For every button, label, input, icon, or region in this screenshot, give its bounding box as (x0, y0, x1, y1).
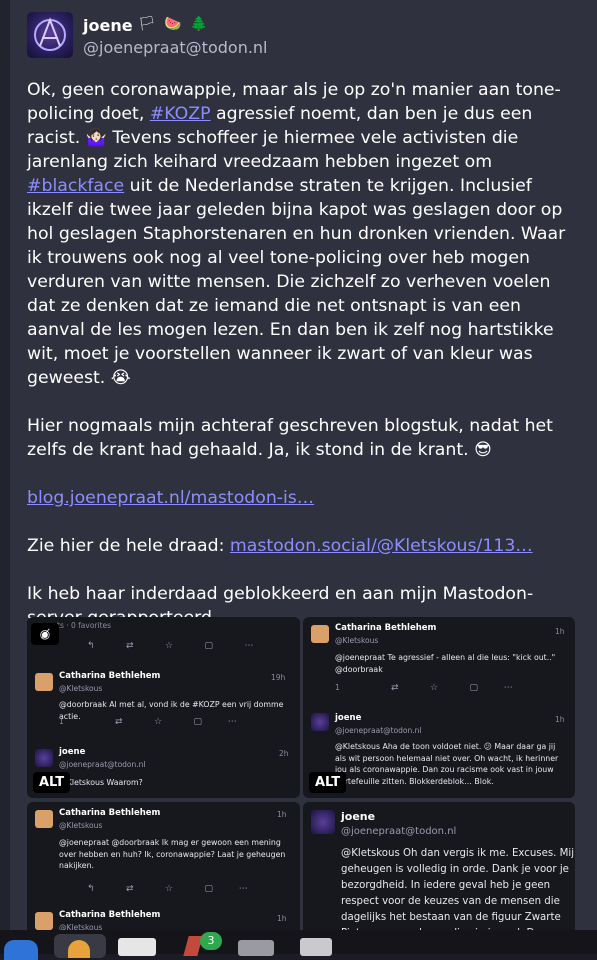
paragraph-1: Ok, geen coronawappie, maar als je op zo… (27, 78, 580, 390)
hashtag-kozp[interactable]: #KOZP (150, 104, 211, 124)
files-icon[interactable] (300, 938, 332, 956)
reply-text: @Kletskous Aha de toon voldoet niet. 😕 M… (335, 742, 559, 786)
avatar (311, 810, 335, 834)
avatar (35, 810, 53, 828)
shrug-emoji-icon: 🤷🏻‍♀️ (85, 128, 107, 148)
sunglasses-emoji-icon: 😎 (474, 440, 492, 460)
favorites-text: ts · 0 favorites (57, 621, 112, 630)
reply-text: @joenepraat Te agressief - alleen al die… (335, 653, 556, 674)
reply-author: Catharina Bethlehem (59, 910, 161, 920)
avatar (35, 673, 53, 691)
calendar-icon[interactable] (118, 938, 156, 956)
hashtag-blackface[interactable]: #blackface (27, 176, 124, 196)
firefox-icon (68, 940, 90, 958)
screenshot-image-2[interactable]: Catharina Bethlehem @Kletskous 1h @joene… (303, 617, 575, 798)
account-handle[interactable]: @joenepraat@todon.nl (83, 38, 268, 57)
reply-author: joene (59, 747, 86, 757)
action-bar: ↰ ⇄ ☆ ▢ ⋯ (87, 884, 248, 894)
reply-time: 1h (277, 810, 287, 819)
browser-icon[interactable] (4, 940, 38, 960)
paragraph-2: Hier nogmaals mijn achteraf geschreven b… (27, 414, 580, 462)
post-content: Ok, geen coronawappie, maar als je op zo… (27, 78, 580, 630)
notification-badge: 3 (200, 932, 222, 950)
reply-time: 2h (279, 749, 289, 758)
thread-link[interactable]: mastodon.social/@Kletskous/113… (230, 536, 533, 556)
reply-author: Catharina Bethlehem (59, 808, 161, 818)
action-bar: ⇄ ☆ ▢ ⋯ (391, 683, 513, 693)
reply-count: 1 (59, 717, 64, 726)
name-emoji-flags: 🏳 🍉 🌲 (138, 16, 210, 32)
action-bar: ↰ ⇄ ☆ ▢ ⋯ (87, 641, 254, 651)
display-name[interactable]: joene (83, 16, 133, 35)
crying-emoji-icon: 😭 (110, 368, 131, 388)
paragraph-4: Zie hier de hele draad: mastodon.social/… (27, 534, 580, 558)
avatar (311, 625, 329, 643)
avatar (35, 749, 53, 767)
alt-text-badge[interactable]: ALT (309, 772, 347, 793)
screenshot-image-1[interactable]: ts · 0 favorites ↰ ⇄ ☆ ▢ ⋯ Catharina Bet… (27, 617, 300, 798)
left-gutter (0, 0, 10, 954)
reply-handle: @joenepraat@todon.nl (335, 726, 422, 735)
reply-handle: @Kletskous (59, 821, 103, 830)
reply-handle: @Kletskous (59, 684, 103, 693)
media-gallery: ts · 0 favorites ↰ ⇄ ☆ ▢ ⋯ Catharina Bet… (27, 617, 575, 954)
text: uit de Nederlandse straten te krijgen. I… (27, 176, 566, 388)
reply-text: @Kletskous Waarom? (59, 778, 143, 787)
reply-time: 1h (555, 627, 565, 636)
reply-handle: @joenepraat@todon.nl (341, 826, 457, 837)
status-post[interactable]: joene 🏳 🍉 🌲 @joenepraat@todon.nl Ok, gee… (10, 0, 597, 954)
avatar[interactable] (27, 12, 73, 58)
reply-author: Catharina Bethlehem (335, 623, 437, 633)
reply-author: Catharina Bethlehem (59, 671, 161, 681)
reply-handle: @Kletskous (335, 636, 379, 645)
reply-text: @joenepraat @doorbraak Ik mag er gewoon … (59, 838, 286, 870)
reply-handle: @joenepraat@todon.nl (59, 760, 146, 769)
alt-text-badge[interactable]: ALT (33, 772, 71, 793)
anarchy-logo-icon (34, 17, 66, 51)
reply-count: 1 (335, 683, 340, 692)
action-bar: ⇄ ☆ ▢ ⋯ (115, 717, 237, 727)
paragraph-3: blog.joenepraat.nl/mastodon-is… (27, 486, 580, 510)
reply-time: 19h (271, 673, 286, 682)
reply-author: joene (341, 810, 376, 823)
reply-author: joene (335, 713, 362, 723)
taskbar: 3 (0, 930, 597, 960)
text: Zie hier de hele draad: (27, 536, 230, 556)
blog-link[interactable]: blog.joenepraat.nl/mastodon-is… (27, 488, 314, 508)
taskbar-active-app[interactable] (54, 934, 106, 958)
eye-slash-icon: ◉̸ (39, 627, 51, 641)
avatar (311, 713, 329, 731)
hide-media-button[interactable]: ◉̸ (31, 623, 59, 645)
avatar (35, 912, 53, 930)
reply-time: 1h (277, 914, 287, 923)
reply-time: 1h (555, 715, 565, 724)
